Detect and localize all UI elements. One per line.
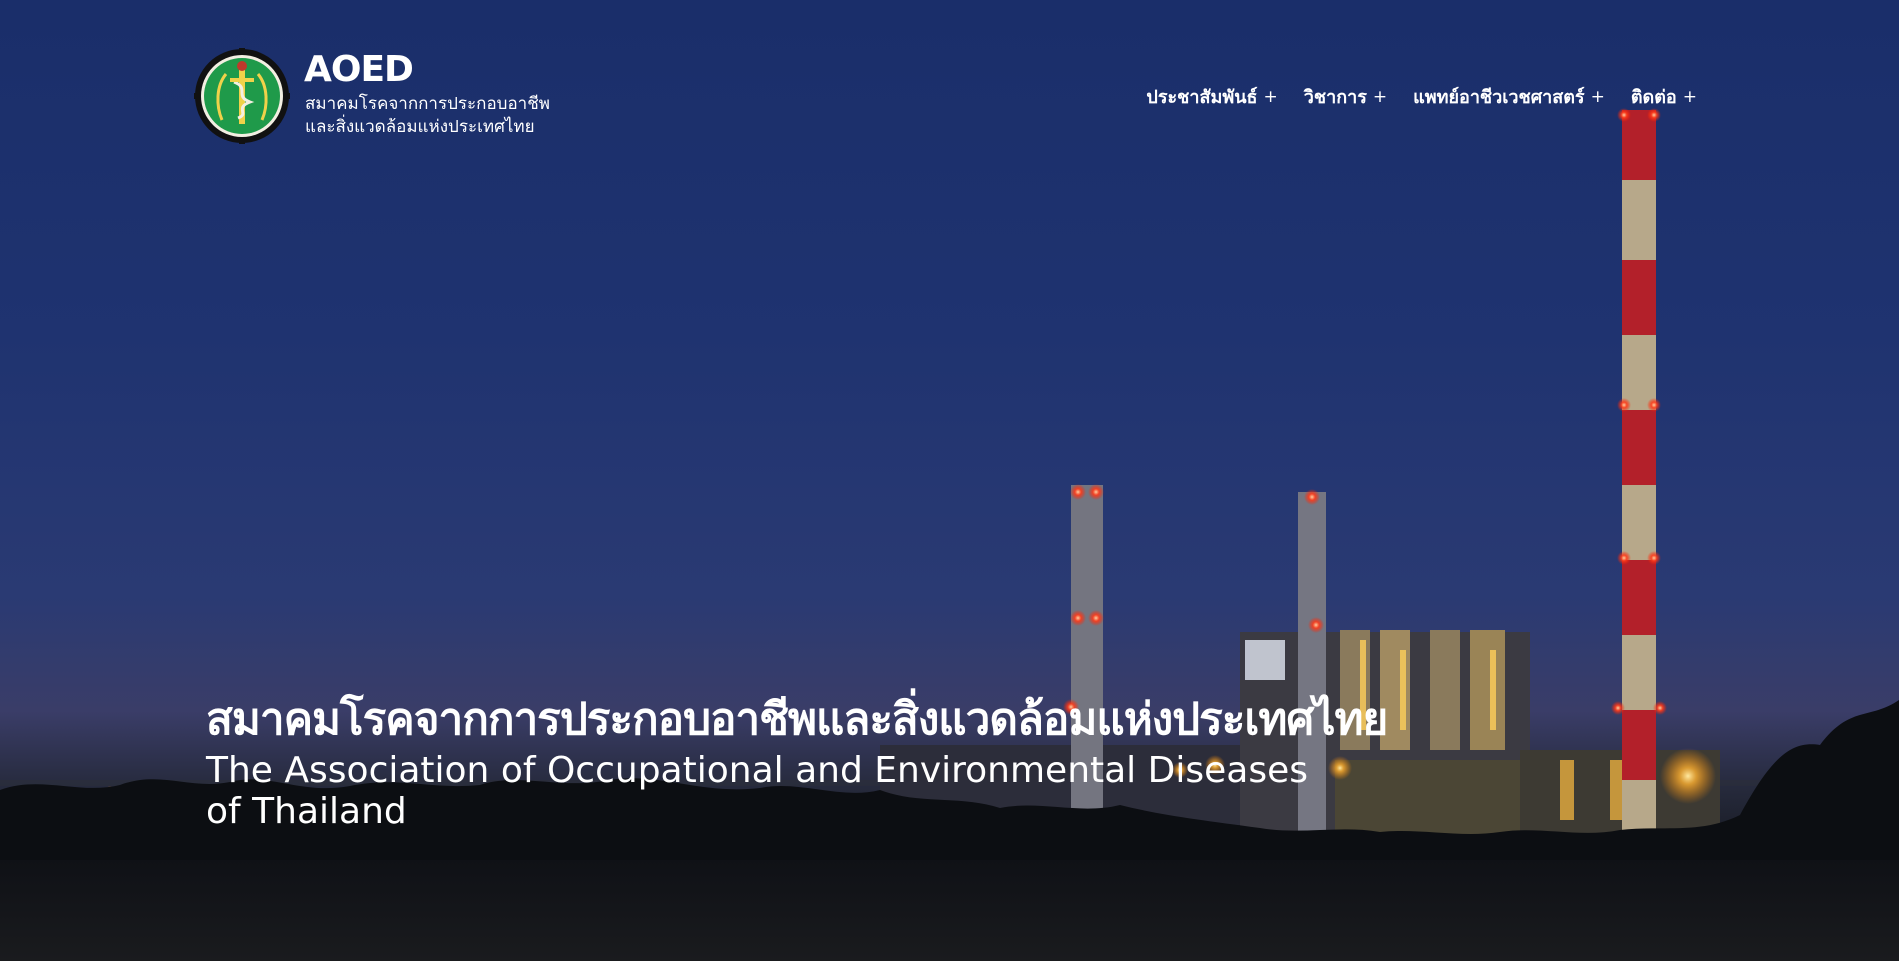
nav-label: แพทย์อาชีวเวชศาสตร์ (1413, 87, 1585, 108)
brand-subtitle: สมาคมโรคจากการประกอบอาชีพ และสิ่งแวดล้อม… (305, 93, 565, 139)
brand-subtitle-line2: และสิ่งแวดล้อมแห่งประเทศไทย (305, 117, 535, 137)
plus-icon: + (1263, 86, 1278, 107)
chimney-right (1611, 108, 1667, 840)
site-header: AOED สมาคมโรคจากการประกอบอาชีพ และสิ่งแว… (0, 0, 1899, 160)
floodlight (1660, 748, 1716, 804)
nav-item-public-relations[interactable]: ประชาสัมพันธ์ + (1146, 82, 1277, 111)
hero-title-thai: สมาคมโรคจากการประกอบอาชีพและสิ่งแวดล้อมแ… (206, 694, 1388, 745)
nav-label: วิชาการ (1303, 87, 1367, 108)
nav-item-occupational-physicians[interactable]: แพทย์อาชีวเวชศาสตร์ + (1413, 82, 1605, 111)
nav-item-contact[interactable]: ติดต่อ + (1631, 82, 1697, 111)
aoed-emblem-icon[interactable] (194, 48, 290, 144)
hero-title-english: The Association of Occupational and Envi… (206, 750, 1308, 832)
nav-item-academic[interactable]: วิชาการ + (1304, 82, 1387, 111)
plus-icon: + (1372, 86, 1388, 107)
main-nav: ประชาสัมพันธ์ + วิชาการ + แพทย์อาชีวเวชศ… (1146, 82, 1697, 111)
brand-title[interactable]: AOED (304, 50, 414, 90)
hero-banner: AOED สมาคมโรคจากการประกอบอาชีพ และสิ่งแว… (0, 0, 1899, 961)
nav-label: ติดต่อ (1630, 87, 1677, 108)
brand-subtitle-line1: สมาคมโรคจากการประกอบอาชีพ (305, 94, 550, 114)
nav-label: ประชาสัมพันธ์ (1146, 87, 1258, 108)
hero-text: สมาคมโรคจากการประกอบอาชีพและสิ่งแวดล้อมแ… (206, 692, 1406, 832)
plus-icon: + (1682, 86, 1697, 107)
plus-icon: + (1590, 86, 1605, 107)
